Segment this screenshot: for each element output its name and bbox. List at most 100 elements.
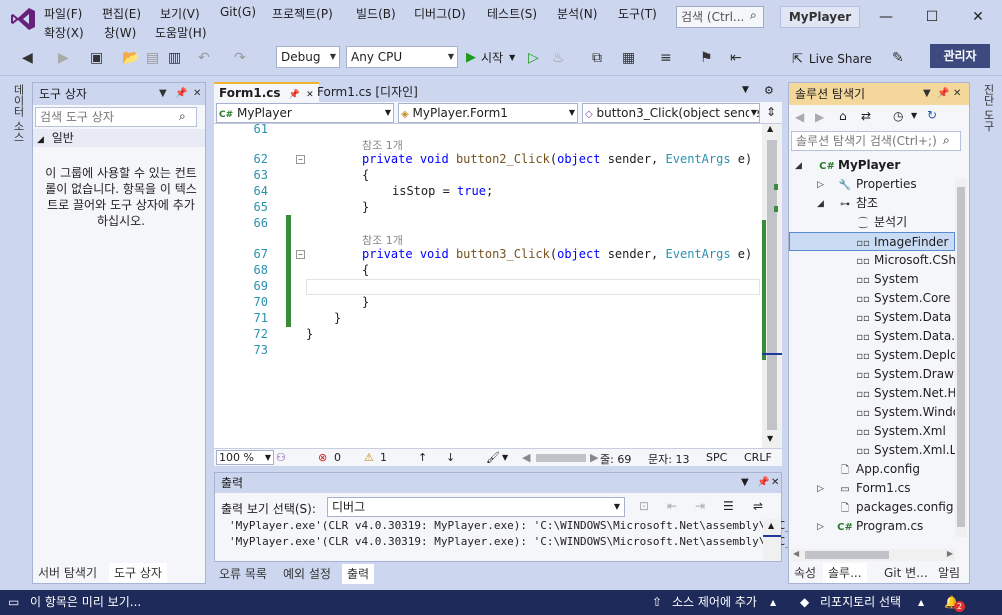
admin-button[interactable]: 관리자 <box>930 44 990 68</box>
editor-vertical-scrollbar[interactable]: ▲ ▼ <box>762 124 782 448</box>
pin-icon[interactable]: 📌 <box>757 473 769 493</box>
expand-arrow-icon[interactable]: ▷ <box>817 522 824 532</box>
tab-form1-cs[interactable]: Form1.cs 📌 ✕ <box>214 82 319 102</box>
collapse-arrow-icon[interactable]: ◢ <box>817 199 824 209</box>
collapse-arrow-icon[interactable]: ◢ <box>795 161 802 171</box>
column-indicator[interactable]: 문자: 13 <box>648 451 689 467</box>
close-icon[interactable]: ✕ <box>958 4 998 30</box>
collapse-icon[interactable]: − <box>296 155 305 164</box>
warning-icon[interactable]: ⚠ <box>364 451 374 464</box>
scroll-right-icon[interactable]: ▶ <box>590 451 598 464</box>
close-icon[interactable]: ✕ <box>771 473 779 493</box>
scroll-right-icon[interactable]: ▶ <box>947 549 953 558</box>
expand-arrow-icon[interactable]: ▷ <box>817 180 824 190</box>
output-tab[interactable]: 출력 <box>342 564 375 584</box>
code-editor[interactable]: 61 참조 1개 62 − private void button2_Click… <box>214 124 762 448</box>
tab-form1-designer[interactable]: Form1.cs [디자인] <box>312 82 423 102</box>
scrollbar-thumb[interactable] <box>805 551 889 559</box>
tree-item-reference[interactable]: ▫▫ System.Drawi <box>855 365 955 384</box>
tree-item-program[interactable]: C# Program.cs <box>837 517 923 536</box>
menu-edit[interactable]: 편집(E) <box>102 5 141 22</box>
tree-item-reference[interactable]: ▫▫ System.Windo <box>855 403 955 422</box>
menu-view[interactable]: 보기(V) <box>160 5 200 22</box>
tree-item-reference[interactable]: ▫▫ System <box>855 270 955 289</box>
exception-settings-tab[interactable]: 예외 설정 <box>278 564 336 584</box>
gear-icon[interactable]: ⚙ <box>764 84 774 97</box>
start-without-debug-icon[interactable]: ▷ <box>528 50 539 66</box>
output-source-select[interactable]: 디버그 ▼ <box>327 497 625 517</box>
tree-item-reference[interactable]: ▫▫ System.Deplo <box>855 346 955 365</box>
menu-window[interactable]: 창(W) <box>104 24 136 41</box>
menu-git[interactable]: Git(G) <box>220 5 256 19</box>
back-icon[interactable]: ◀ <box>795 110 804 124</box>
configuration-select[interactable]: Debug ▼ <box>276 46 340 68</box>
reference-count[interactable]: 참조 1개 <box>362 232 403 248</box>
menu-file[interactable]: 파일(F) <box>44 5 82 22</box>
pin-icon[interactable]: 📌 <box>175 83 187 105</box>
bookmark-icon[interactable]: ⚑ <box>700 50 713 66</box>
class-nav-select[interactable]: ◈ MyPlayer.Form1 ▼ <box>398 103 578 123</box>
warning-count[interactable]: 1 <box>380 451 387 464</box>
visual-studio-logo-icon[interactable] <box>10 6 36 32</box>
scroll-up-icon[interactable]: ▲ <box>768 521 774 530</box>
new-project-icon[interactable]: ▣ <box>90 50 103 66</box>
layout-icon[interactable]: ▦ <box>622 50 635 66</box>
tree-item-project[interactable]: C# MyPlayer <box>819 156 900 175</box>
pin-icon[interactable]: 📌 <box>937 83 949 105</box>
undo-icon[interactable]: ↶ <box>198 50 210 66</box>
scrollbar-thumb[interactable] <box>957 187 965 527</box>
tree-item-references[interactable]: ⊶ 참조 <box>837 194 878 213</box>
forward-icon[interactable]: ▶ <box>58 50 69 66</box>
next-message-icon[interactable]: ⇥ <box>695 499 705 513</box>
save-icon[interactable]: ▤ <box>146 50 159 66</box>
toolbox-search-input[interactable]: 검색 도구 상자 <box>35 107 197 127</box>
back-icon[interactable]: ◀ <box>22 50 33 66</box>
spacing-indicator[interactable]: SPC <box>706 451 727 464</box>
project-nav-select[interactable]: C# MyPlayer ▼ <box>216 103 394 123</box>
hot-reload-icon[interactable]: ♨ <box>552 50 565 66</box>
tree-item-analyzers[interactable]: ⁐ 분석기 <box>855 213 907 232</box>
intellicode-icon[interactable]: ⚇ <box>276 451 286 464</box>
chevron-down-icon[interactable]: ▼ <box>911 111 917 120</box>
scroll-up-icon[interactable]: ▲ <box>767 124 773 133</box>
arrow-up-icon[interactable]: ↑ <box>418 451 427 464</box>
platform-select[interactable]: Any CPU ▼ <box>346 46 458 68</box>
start-button[interactable]: ▶ 시작 ▼ <box>466 47 515 67</box>
live-share-button[interactable]: ⇱ Live Share <box>792 50 872 68</box>
data-sources-tab[interactable]: 데이터 소스 <box>10 84 26 143</box>
chevron-down-icon[interactable]: ▼ <box>502 453 508 462</box>
close-icon[interactable]: ✕ <box>953 83 961 105</box>
chevron-down-icon[interactable]: ▼ <box>923 83 931 105</box>
properties-tab[interactable]: 속성 <box>789 563 821 583</box>
solution-vertical-scrollbar[interactable] <box>955 179 967 537</box>
previous-message-icon[interactable]: ⇤ <box>667 499 677 513</box>
collapse-icon[interactable]: − <box>296 250 305 259</box>
tree-item-reference[interactable]: ▫▫ System.Data <box>855 308 955 327</box>
arrow-down-icon[interactable]: ↓ <box>446 451 455 464</box>
reference-count[interactable]: 참조 1개 <box>362 137 403 153</box>
feedback-icon[interactable]: ✎ <box>892 50 904 66</box>
solution-horizontal-scrollbar[interactable]: ◀ ▶ <box>791 549 955 561</box>
server-explorer-tab[interactable]: 서버 탐색기 <box>33 563 102 583</box>
comment-icon[interactable]: ≡ <box>660 50 672 66</box>
chevron-down-icon[interactable]: ▼ <box>159 83 167 105</box>
error-count[interactable]: 0 <box>334 451 341 464</box>
git-icon[interactable]: ◆ <box>800 590 809 615</box>
redo-icon[interactable]: ↷ <box>234 50 246 66</box>
expand-arrow-icon[interactable]: ▷ <box>817 484 824 494</box>
tab-overflow-icon[interactable]: ▼ <box>742 85 749 95</box>
member-nav-select[interactable]: ◇ button3_Click(object sende ▼ <box>582 103 760 123</box>
line-indicator[interactable]: 줄: 69 <box>600 451 631 467</box>
menu-analyze[interactable]: 분석(N) <box>557 5 597 22</box>
chevron-up-icon[interactable]: ▲ <box>918 590 924 615</box>
tree-item-form1[interactable]: ▭ Form1.cs <box>837 479 910 498</box>
horizontal-scrollbar[interactable] <box>536 454 586 462</box>
repository-button[interactable]: 리포지토리 선택 <box>820 590 901 615</box>
solution-search-input[interactable]: 솔루션 탐색기 검색(Ctrl+;) <box>791 131 961 151</box>
scroll-down-icon[interactable]: ▼ <box>767 434 773 443</box>
tree-item-reference[interactable]: ▫▫ System.Net.H <box>855 384 955 403</box>
toolbox-group-general[interactable]: ◢ 일반 <box>33 129 205 147</box>
source-control-button[interactable]: 소스 제어에 추가 <box>672 590 757 615</box>
tree-item-properties[interactable]: 🔧 Properties <box>837 175 917 194</box>
switch-views-icon[interactable]: ⇄ <box>861 109 871 123</box>
